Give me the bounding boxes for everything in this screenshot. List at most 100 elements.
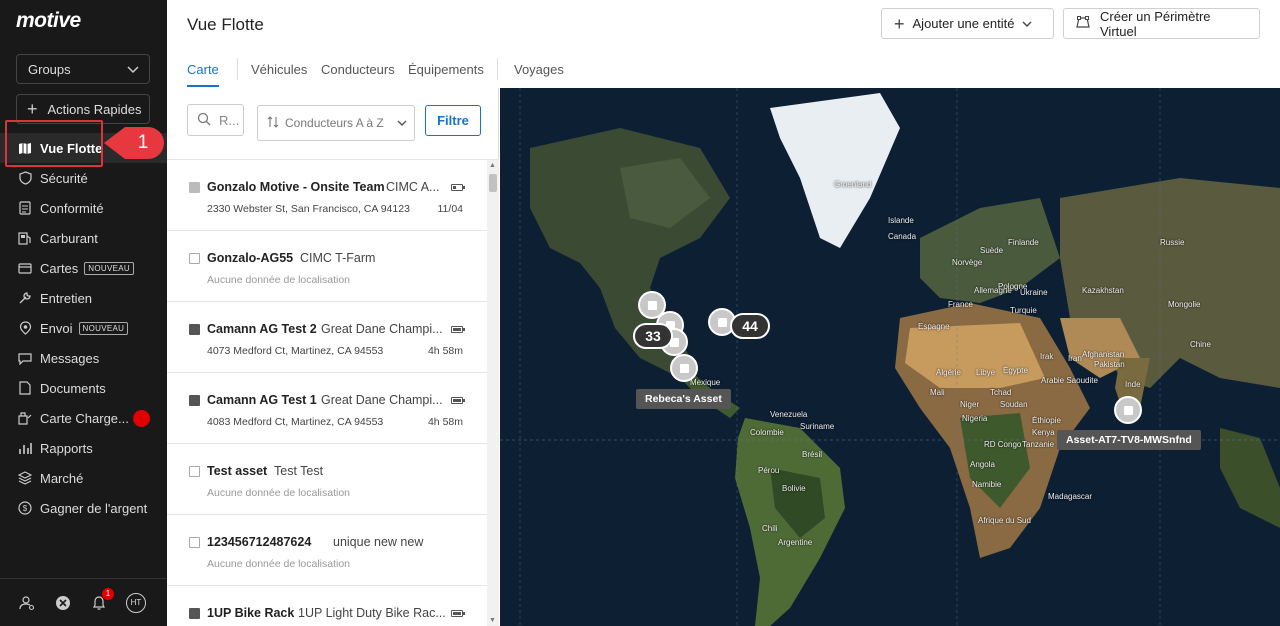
scroll-thumb[interactable] [489,174,497,192]
map-label: Colombie [750,428,784,437]
layers-icon [18,471,32,485]
list-item[interactable]: Camann AG Test 2 Great Dane Champi... 40… [167,302,487,373]
tab-carte[interactable]: Carte [187,62,219,77]
sidebar-item-securite[interactable]: Sécurité [0,163,167,193]
map-label: Angola [970,460,995,469]
fleet-map[interactable]: Groenland Canada Mexique Colombie Pérou … [500,88,1280,626]
highlight-vue-flotte [5,120,103,167]
sidebar-item-documents[interactable]: Documents [0,373,167,403]
map-label: Éthiopie [1032,416,1061,425]
status-square [189,324,200,335]
map-label: Nigeria [962,414,988,423]
map-label: Argentine [778,538,813,547]
vehicle-pin[interactable] [670,354,698,382]
driver-name: Gonzalo-AG55 [207,251,294,265]
map-label: Kenya [1032,428,1055,437]
last-update: 4h 58m [427,416,463,428]
new-badge: NOUVEAU [84,261,134,275]
sidebar-item-label: Documents [40,380,106,396]
vehicle-pin[interactable] [1114,396,1142,424]
cluster-marker[interactable]: 44 [730,313,770,339]
map-label: Tanzanie [1022,440,1055,449]
map-label: Brésil [802,450,823,459]
list-item[interactable]: Gonzalo-AG55 CIMC T-Farm Aucune donnée d… [167,231,487,302]
battery-icon [451,326,465,333]
map-label: Iran [1068,354,1082,363]
map-label: Suède [980,246,1004,255]
map-label: Afghanistan [1082,350,1125,359]
card-icon [18,261,32,275]
sidebar-item-messages[interactable]: Messages [0,343,167,373]
avatar[interactable]: HT [126,592,146,613]
sidebar-item-rapports[interactable]: Rapports [0,433,167,463]
chat-icon [18,351,32,365]
driver-name: Camann AG Test 1 [207,393,317,407]
scroll-down-icon[interactable]: ▼ [489,617,496,624]
map-label: Finlande [1008,238,1039,247]
tab-equipements[interactable]: Équipements [408,62,484,77]
sidebar-item-label: Cartes [40,260,79,276]
cluster-marker[interactable]: 33 [633,323,673,349]
sort-label: Conducteurs A à Z [285,115,384,130]
sidebar-item-entretien[interactable]: Entretien [0,283,167,313]
map-label: Venezuela [770,410,808,419]
list-item[interactable]: Test asset Test Test Aucune donnée de lo… [167,444,487,515]
asset-name: CIMC A... [386,180,440,194]
status-square [189,253,200,264]
tab-conducteurs[interactable]: Conducteurs [321,62,395,77]
filter-button[interactable]: Filtre [425,105,481,136]
tab-bar: Carte Véhicules Conducteurs Équipements … [167,56,1280,88]
list-item[interactable]: Gonzalo Motive - Onsite Team CIMC A... 2… [167,160,487,231]
groups-dropdown[interactable]: Groups [16,54,150,84]
map-label: Irak [1040,352,1054,361]
list-item[interactable]: 1UP Bike Rack 1UP Light Duty Bike Rac... [167,586,487,626]
map-label: Soudan [1000,400,1028,409]
map-label: Mexique [690,378,721,387]
location-address: Aucune donnée de localisation [207,274,351,286]
sidebar-item-conformite[interactable]: Conformité [0,193,167,223]
bell-icon[interactable]: 1 [90,587,114,612]
asset-label[interactable]: Rebeca's Asset [636,389,731,409]
sidebar-item-gagner[interactable]: $ Gagner de l'argent [0,493,167,523]
tab-vehicules[interactable]: Véhicules [251,62,307,77]
chart-icon [18,441,32,455]
list-item[interactable]: Camann AG Test 1 Great Dane Champi... 40… [167,373,487,444]
groups-label: Groups [28,61,71,77]
sort-dropdown[interactable]: Conducteurs A à Z [257,105,415,141]
sidebar-item-carte-charge[interactable]: Carte Charge... [0,403,167,433]
driver-name: 123456712487624 [207,535,312,549]
location-address: Aucune donnée de localisation [207,558,351,570]
driver-name: Camann AG Test 2 [207,322,317,336]
charge-map-icon [18,411,32,425]
add-entity-label: Ajouter une entité [912,16,1015,31]
alert-dot [133,410,150,427]
last-update: 4h 58m [427,345,463,357]
add-entity-button[interactable]: + Ajouter une entité [881,8,1054,39]
search-input[interactable]: R... [187,104,244,136]
user-settings-icon[interactable] [18,594,36,612]
sidebar: motive Groups + Actions Rapides Vue Flot… [0,0,167,626]
sidebar-item-label: Carte Charge... [40,410,129,426]
status-square [189,182,200,193]
asset-name: Great Dane Champi... [321,393,443,407]
create-geofence-button[interactable]: Créer un Périmètre Virtuel [1063,8,1260,39]
sidebar-item-carburant[interactable]: Carburant [0,223,167,253]
location-address: 2330 Webster St, San Francisco, CA 94123 [207,203,410,215]
new-badge: NOUVEAU [78,321,129,335]
help-icon[interactable] [54,594,72,612]
callout-1-number: 1 [137,132,149,153]
scroll-up-icon[interactable]: ▲ [489,162,496,169]
sidebar-item-cartes[interactable]: Cartes NOUVEAU [0,253,167,283]
list-item[interactable]: 123456712487624 unique new new Aucune do… [167,515,487,586]
motive-logo[interactable]: motive [16,9,81,33]
list-scrollbar[interactable]: ▲ ▼ [487,160,499,626]
asset-name: unique new new [333,535,424,549]
search-placeholder: R... [219,112,240,128]
search-icon [197,112,211,129]
asset-label[interactable]: Asset-AT7-TV8-MWSnfnd [1057,430,1201,450]
tab-voyages[interactable]: Voyages [514,62,564,77]
sidebar-item-marche[interactable]: Marché [0,463,167,493]
last-update: 11/04 [437,203,464,215]
driver-name: Test asset [207,464,268,478]
sidebar-item-envoi[interactable]: Envoi NOUVEAU [0,313,167,343]
